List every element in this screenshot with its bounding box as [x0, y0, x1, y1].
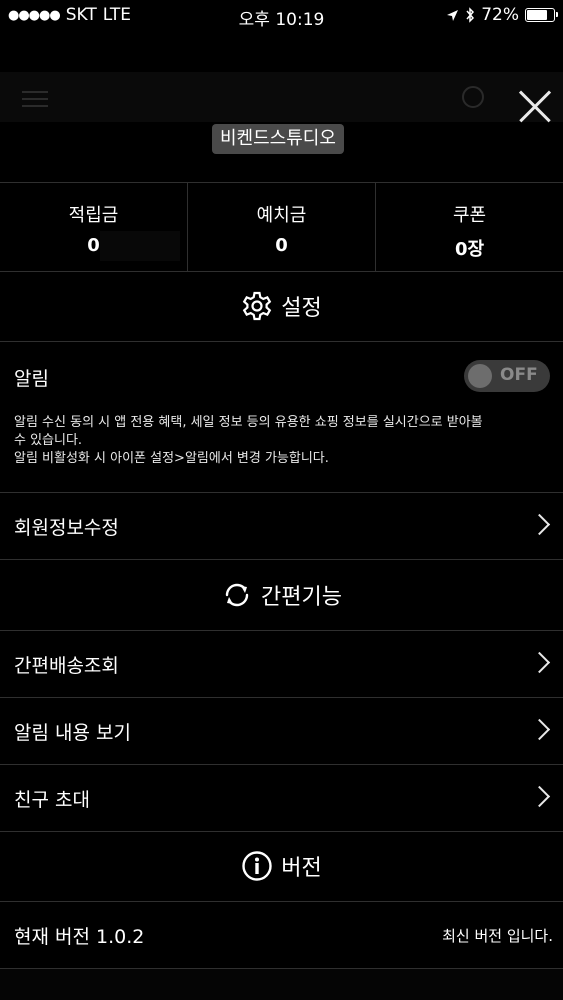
section-settings-header: 설정	[0, 271, 563, 342]
status-bar: ●●●●● SKT LTE 오후 10:19 72%	[0, 0, 563, 32]
stat-deposit[interactable]: 예치금 0	[187, 183, 375, 271]
alarm-toggle[interactable]: OFF	[464, 360, 550, 392]
account-summary: 적립금 0 예치금 0 쿠폰 0장	[0, 182, 563, 272]
background-content	[0, 969, 563, 1000]
chevron-right-icon	[528, 651, 551, 674]
menu-label: 회원정보수정	[14, 517, 119, 539]
menu-label: 알림 내용 보기	[14, 722, 131, 744]
stat-points[interactable]: 적립금 0	[0, 183, 187, 271]
chevron-right-icon	[528, 785, 551, 808]
alarm-description: 알림 수신 동의 시 앱 전용 혜택, 세일 정보 등의 유용한 쇼핑 정보를 …	[14, 414, 544, 468]
info-icon	[242, 851, 272, 881]
menu-icon	[22, 86, 48, 112]
section-title: 버전	[281, 856, 322, 881]
menu-label: 간편배송조회	[14, 655, 119, 677]
version-status: 최신 버전 입니다.	[442, 927, 553, 945]
stat-label: 적립금	[68, 205, 119, 226]
current-version: 현재 버전 1.0.2	[14, 926, 145, 948]
menu-invite-friends[interactable]: 친구 초대	[0, 765, 563, 832]
stat-coupons[interactable]: 쿠폰 0장	[375, 183, 563, 271]
background-app-header	[0, 72, 563, 122]
desc-line: 수 있습니다.	[14, 433, 83, 448]
battery-percent: 72%	[481, 5, 519, 25]
chevron-right-icon	[528, 718, 551, 741]
alarm-setting: 알림 OFF 알림 수신 동의 시 앱 전용 혜택, 세일 정보 등의 유용한 …	[0, 342, 563, 493]
menu-edit-profile[interactable]: 회원정보수정	[0, 493, 563, 560]
bluetooth-icon	[466, 7, 475, 23]
close-icon[interactable]	[514, 86, 556, 128]
stat-value: 0	[275, 235, 288, 256]
desc-line: 알림 수신 동의 시 앱 전용 혜택, 세일 정보 등의 유용한 쇼핑 정보를 …	[14, 415, 483, 430]
alarm-label: 알림	[14, 368, 49, 390]
section-title: 설정	[281, 296, 322, 321]
section-quick-header: 간편기능	[0, 560, 563, 631]
desc-line: 알림 비활성화 시 아이폰 설정>알림에서 변경 가능합니다.	[14, 451, 329, 466]
location-icon	[447, 9, 459, 21]
menu-view-notifications[interactable]: 알림 내용 보기	[0, 698, 563, 765]
refresh-icon	[225, 583, 249, 607]
overlay-mask	[100, 231, 180, 261]
toggle-knob	[468, 364, 492, 388]
store-name-badge: 비켄드스튜디오	[212, 124, 344, 154]
stat-value: 0장	[454, 239, 485, 260]
stat-label: 쿠폰	[452, 205, 487, 226]
gear-icon	[243, 291, 272, 321]
stat-label: 예치금	[256, 205, 307, 226]
menu-label: 친구 초대	[14, 789, 90, 811]
chevron-right-icon	[528, 513, 551, 536]
toggle-state: OFF	[500, 365, 538, 385]
section-version-header: 버전	[0, 831, 563, 902]
version-info: 현재 버전 1.0.2 최신 버전 입니다.	[0, 900, 563, 969]
menu-delivery-tracking[interactable]: 간편배송조회	[0, 631, 563, 698]
search-icon	[462, 86, 484, 108]
section-title: 간편기능	[261, 585, 342, 610]
battery-icon	[525, 8, 558, 22]
